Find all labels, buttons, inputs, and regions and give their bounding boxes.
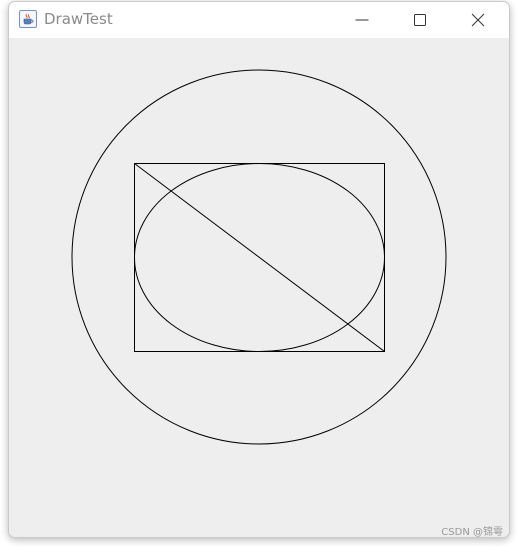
maximize-icon: [414, 14, 426, 26]
close-button[interactable]: [455, 2, 501, 38]
csdn-watermark: CSDN @锦雩: [441, 527, 503, 538]
java-coffee-cup-icon[interactable]: [19, 10, 37, 28]
close-icon: [471, 13, 485, 27]
minimize-icon: [355, 19, 369, 21]
desktop: DrawTest CSDN @锦雩: [0, 0, 517, 546]
drawing-svg: [71, 69, 447, 445]
minimize-button[interactable]: [339, 2, 385, 38]
drawtest-window: DrawTest: [8, 1, 510, 538]
window-title: DrawTest: [44, 10, 113, 28]
diagonal-line: [134, 163, 385, 352]
drawing-canvas[interactable]: [9, 38, 509, 537]
title-bar[interactable]: DrawTest: [9, 2, 509, 38]
maximize-button[interactable]: [397, 2, 443, 38]
